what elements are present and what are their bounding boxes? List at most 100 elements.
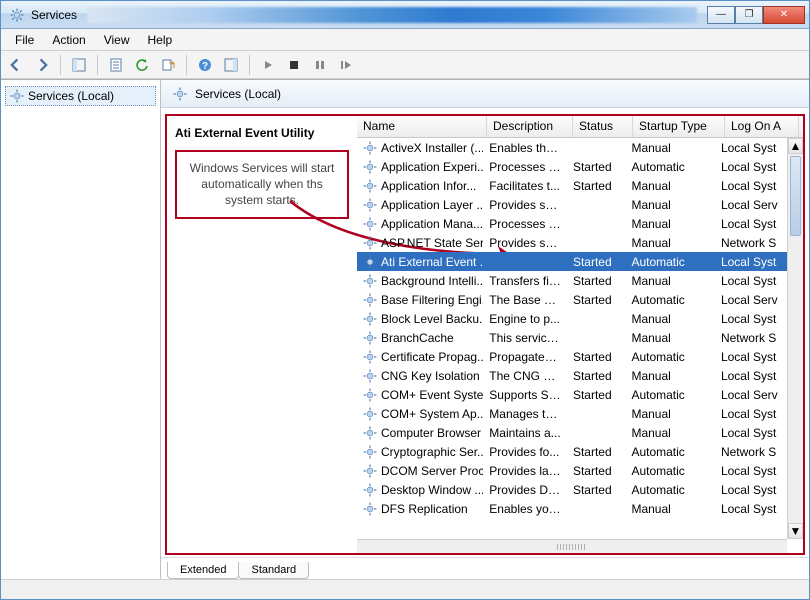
detail-pane: Ati External Event Utility Windows Servi… xyxy=(167,116,357,553)
service-row[interactable]: COM+ System Ap...Manages th...ManualLoca… xyxy=(357,404,787,423)
stop-service-button[interactable] xyxy=(283,54,305,76)
service-row[interactable]: BranchCacheThis service ...ManualNetwork… xyxy=(357,328,787,347)
service-row[interactable]: ASP.NET State Ser...Provides su...Manual… xyxy=(357,233,787,252)
col-name[interactable]: Name xyxy=(357,116,487,137)
service-name-cell: Application Mana... xyxy=(357,216,483,232)
service-startup-cell: Manual xyxy=(625,178,714,194)
service-row[interactable]: Desktop Window ...Provides De...StartedA… xyxy=(357,480,787,499)
service-logon-cell: Local Syst xyxy=(715,349,787,365)
service-row[interactable]: ActiveX Installer (...Enables the ...Man… xyxy=(357,138,787,157)
service-row[interactable]: Application Mana...Processes in...Manual… xyxy=(357,214,787,233)
service-desc-cell: Supports Sy... xyxy=(483,387,567,403)
service-status-cell xyxy=(567,223,625,225)
refresh-button[interactable] xyxy=(131,54,153,76)
view-tabs: Extended Standard xyxy=(161,557,809,579)
service-row[interactable]: CNG Key IsolationThe CNG ke...StartedMan… xyxy=(357,366,787,385)
show-hide-tree-button[interactable] xyxy=(68,54,90,76)
service-row[interactable]: Background Intelli...Transfers fil...Sta… xyxy=(357,271,787,290)
service-status-cell: Started xyxy=(567,444,625,460)
service-name-cell: COM+ System Ap... xyxy=(357,406,483,422)
service-logon-cell: Local Syst xyxy=(715,216,787,232)
service-row[interactable]: DCOM Server Proc...Provides lau...Starte… xyxy=(357,461,787,480)
help-button[interactable]: ? xyxy=(194,54,216,76)
console-tree-pane[interactable]: Services (Local) xyxy=(1,80,161,579)
window-title: Services xyxy=(31,8,77,22)
menu-view[interactable]: View xyxy=(96,31,138,49)
tab-standard[interactable]: Standard xyxy=(238,562,309,579)
service-status-cell xyxy=(567,242,625,244)
close-button[interactable]: ✕ xyxy=(763,6,805,24)
service-row[interactable]: COM+ Event Syste...Supports Sy...Started… xyxy=(357,385,787,404)
nav-back-button[interactable] xyxy=(5,54,27,76)
service-logon-cell: Local Syst xyxy=(715,501,787,517)
service-startup-cell: Manual xyxy=(625,311,714,327)
service-logon-cell: Network S xyxy=(715,444,787,460)
title-blur-region xyxy=(87,7,697,23)
service-row[interactable]: Computer BrowserMaintains a...ManualLoca… xyxy=(357,423,787,442)
titlebar[interactable]: Services — ❐ ✕ xyxy=(1,1,809,29)
scroll-up-button[interactable]: ▲ xyxy=(788,138,803,154)
gear-icon xyxy=(173,87,187,101)
service-logon-cell: Local Syst xyxy=(715,273,787,289)
annotation-callout: Windows Services will start automaticall… xyxy=(175,150,349,219)
service-desc-cell: Enables the ... xyxy=(483,140,567,156)
col-startup-type[interactable]: Startup Type xyxy=(633,116,725,137)
menu-action[interactable]: Action xyxy=(44,31,93,49)
service-row[interactable]: Application Experi...Processes a...Start… xyxy=(357,157,787,176)
annotated-region: Ati External Event Utility Windows Servi… xyxy=(165,114,805,555)
service-startup-cell: Automatic xyxy=(625,387,714,403)
service-row[interactable]: Base Filtering Engi...The Base Fil...Sta… xyxy=(357,290,787,309)
service-logon-cell: Local Syst xyxy=(715,368,787,384)
service-logon-cell: Local Serv xyxy=(715,387,787,403)
minimize-button[interactable]: — xyxy=(707,6,735,24)
menu-help[interactable]: Help xyxy=(140,31,181,49)
service-name-cell: DCOM Server Proc... xyxy=(357,463,483,479)
service-row[interactable]: Cryptographic Ser...Provides fo...Starte… xyxy=(357,442,787,461)
service-row[interactable]: Certificate Propag...Propagates ...Start… xyxy=(357,347,787,366)
service-row[interactable]: Application Layer ...Provides su...Manua… xyxy=(357,195,787,214)
service-desc-cell: Provides fo... xyxy=(483,444,567,460)
nav-forward-button[interactable] xyxy=(31,54,53,76)
service-status-cell: Started xyxy=(567,482,625,498)
col-status[interactable]: Status xyxy=(573,116,633,137)
properties-button[interactable] xyxy=(105,54,127,76)
service-logon-cell: Local Syst xyxy=(715,140,787,156)
start-service-button[interactable] xyxy=(257,54,279,76)
service-name-cell: Background Intelli... xyxy=(357,273,483,289)
tree-node-label: Services (Local) xyxy=(28,89,114,103)
scroll-gripper[interactable] xyxy=(557,544,587,550)
service-row[interactable]: DFS ReplicationEnables you...ManualLocal… xyxy=(357,499,787,518)
list-body[interactable]: ActiveX Installer (...Enables the ...Man… xyxy=(357,138,787,539)
export-list-button[interactable] xyxy=(157,54,179,76)
vertical-scrollbar[interactable]: ▲ ▼ xyxy=(787,138,803,539)
service-name-cell: Application Experi... xyxy=(357,159,483,175)
service-row[interactable]: Ati External Event ...StartedAutomaticLo… xyxy=(357,252,787,271)
show-hide-action-pane-button[interactable] xyxy=(220,54,242,76)
service-name-cell: Computer Browser xyxy=(357,425,483,441)
pause-service-button[interactable] xyxy=(309,54,331,76)
col-description[interactable]: Description xyxy=(487,116,573,137)
maximize-button[interactable]: ❐ xyxy=(735,6,763,24)
window-buttons: — ❐ ✕ xyxy=(707,6,805,24)
menu-file[interactable]: File xyxy=(7,31,42,49)
horizontal-scrollbar[interactable] xyxy=(357,539,787,553)
service-status-cell: Started xyxy=(567,273,625,289)
service-status-cell: Started xyxy=(567,463,625,479)
tab-extended[interactable]: Extended xyxy=(167,562,239,579)
service-name-cell: Block Level Backu... xyxy=(357,311,483,327)
service-status-cell: Started xyxy=(567,387,625,403)
col-log-on-as[interactable]: Log On A xyxy=(725,116,799,137)
service-row[interactable]: Application Infor...Facilitates t...Star… xyxy=(357,176,787,195)
service-desc-cell: Maintains a... xyxy=(483,425,567,441)
service-desc-cell: This service ... xyxy=(483,330,567,346)
service-startup-cell: Automatic xyxy=(625,463,714,479)
services-list[interactable]: Name Description Status Startup Type Log… xyxy=(357,116,803,553)
scroll-down-button[interactable]: ▼ xyxy=(788,523,803,539)
scroll-thumb[interactable] xyxy=(790,156,801,236)
tree-node-services-local[interactable]: Services (Local) xyxy=(5,86,156,106)
service-desc-cell: Provides lau... xyxy=(483,463,567,479)
service-desc-cell: Manages th... xyxy=(483,406,567,422)
toolbar-separator xyxy=(60,55,61,75)
service-row[interactable]: Block Level Backu...Engine to p...Manual… xyxy=(357,309,787,328)
restart-service-button[interactable] xyxy=(335,54,357,76)
